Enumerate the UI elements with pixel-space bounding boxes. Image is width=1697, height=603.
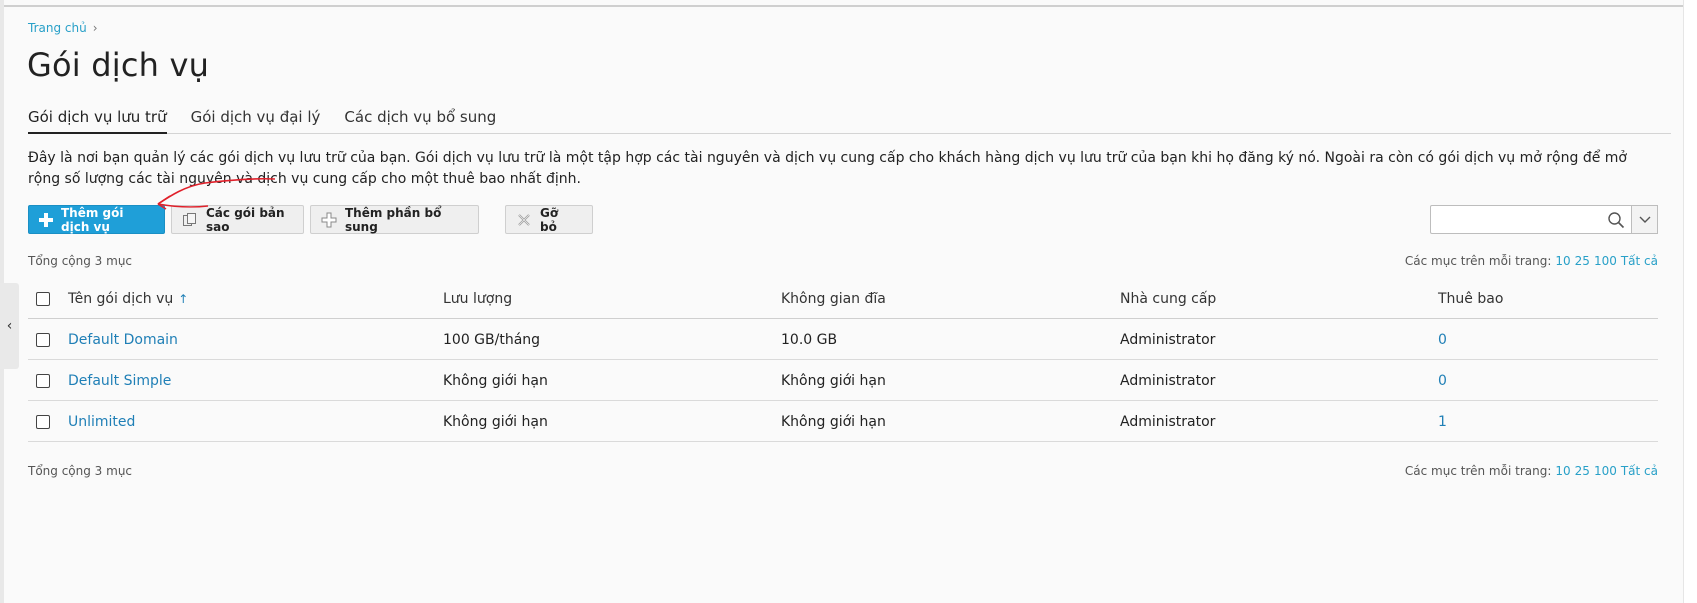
plan-name-link[interactable]: Default Simple <box>68 360 171 401</box>
search-options-toggle[interactable] <box>1632 205 1658 234</box>
column-header-disk[interactable]: Không gian đĩa <box>781 278 886 319</box>
chevron-down-icon <box>1638 210 1652 229</box>
sort-ascending-icon: ↑ <box>178 291 189 306</box>
per-page-option-100[interactable]: 100 <box>1594 254 1617 268</box>
row-checkbox[interactable] <box>36 414 50 429</box>
row-checkbox[interactable] <box>36 332 50 347</box>
add-addon-label: Thêm phần bổ sung <box>345 205 442 234</box>
plans-table: Tên gói dịch vụ ↑ Lưu lượng Không gian đ… <box>28 278 1658 442</box>
add-addon-button[interactable]: Thêm phần bổ sung <box>310 205 479 234</box>
column-header-provider[interactable]: Nhà cung cấp <box>1120 278 1216 319</box>
disk-value: Không giới hạn <box>781 413 886 430</box>
page-title: Gói dịch vụ <box>27 46 210 84</box>
per-page-selector-top: Các mục trên mỗi trang: 10 25 100 Tất cả <box>1405 254 1658 268</box>
disk-value: Không giới hạn <box>781 372 886 389</box>
add-plan-label: Thêm gói dịch vụ <box>61 205 124 234</box>
row-checkbox[interactable] <box>36 373 50 388</box>
sidebar-collapse-handle[interactable]: ‹ <box>0 283 19 369</box>
per-page-option-10[interactable]: 10 <box>1555 464 1570 478</box>
search-icon[interactable] <box>1607 211 1625 229</box>
chevron-left-icon: ‹ <box>6 318 13 334</box>
subscriptions-link[interactable]: 0 <box>1438 360 1447 401</box>
select-all-checkbox[interactable] <box>36 291 50 306</box>
search-input[interactable] <box>1431 206 1601 233</box>
tab-hosting-plans[interactable]: Gói dịch vụ lưu trữ <box>28 106 167 134</box>
add-plan-button[interactable]: Thêm gói dịch vụ <box>28 205 165 234</box>
table-header: Tên gói dịch vụ ↑ Lưu lượng Không gian đ… <box>28 278 1658 319</box>
total-count-bottom: Tổng cộng 3 mục <box>28 464 133 478</box>
tab-reseller-plans[interactable]: Gói dịch vụ đại lý <box>191 106 321 134</box>
breadcrumb-home-link[interactable]: Trang chủ <box>28 21 87 35</box>
per-page-option-25[interactable]: 25 <box>1575 254 1590 268</box>
per-page-option-all[interactable]: Tất cả <box>1621 254 1658 268</box>
page-description: Đây là nơi bạn quản lý các gói dịch vụ l… <box>28 150 1627 187</box>
provider-value: Administrator <box>1120 372 1216 389</box>
plan-name-link[interactable]: Unlimited <box>68 401 135 442</box>
per-page-option-all[interactable]: Tất cả <box>1621 464 1658 478</box>
search-field <box>1430 205 1632 234</box>
remove-label: Gỡ bỏ <box>540 205 559 234</box>
breadcrumb-separator: › <box>92 21 98 35</box>
x-icon <box>516 212 532 228</box>
select-all-cell <box>36 278 50 319</box>
copy-icon <box>182 212 198 228</box>
traffic-value: Không giới hạn <box>443 413 548 430</box>
table-row: Default Domain 100 GB/tháng 10.0 GB Admi… <box>28 319 1658 360</box>
traffic-value: Không giới hạn <box>443 372 548 389</box>
per-page-option-10[interactable]: 10 <box>1555 254 1570 268</box>
subscriptions-link[interactable]: 0 <box>1438 319 1447 360</box>
provider-value: Administrator <box>1120 331 1216 348</box>
total-count-top: Tổng cộng 3 mục <box>28 254 133 268</box>
per-page-option-100[interactable]: 100 <box>1594 464 1617 478</box>
scrollbar-track[interactable] <box>1683 0 1697 603</box>
column-header-traffic[interactable]: Lưu lượng <box>443 278 512 319</box>
table-row: Default Simple Không giới hạn Không giới… <box>28 360 1658 401</box>
plus-icon <box>39 212 53 228</box>
provider-value: Administrator <box>1120 413 1216 430</box>
column-header-name[interactable]: Tên gói dịch vụ ↑ <box>68 278 188 319</box>
copy-plans-button[interactable]: Các gói bản sao <box>171 205 304 234</box>
column-name-label: Tên gói dịch vụ <box>68 290 174 307</box>
remove-button[interactable]: Gỡ bỏ <box>505 205 593 234</box>
per-page-option-25[interactable]: 25 <box>1575 464 1590 478</box>
column-header-subscriptions[interactable]: Thuê bao <box>1438 278 1503 319</box>
toolbar: Thêm gói dịch vụ Các gói bản sao Thêm ph… <box>28 205 593 234</box>
per-page-label: Các mục trên mỗi trang: <box>1404 254 1552 268</box>
copy-plans-label: Các gói bản sao <box>206 205 285 234</box>
breadcrumb: Trang chủ › <box>28 21 98 35</box>
plan-name-link[interactable]: Default Domain <box>68 319 178 360</box>
disk-value: 10.0 GB <box>781 331 838 348</box>
row-check-cell <box>36 360 50 401</box>
subscriptions-link[interactable]: 1 <box>1438 401 1447 442</box>
row-check-cell <box>36 401 50 442</box>
per-page-selector-bottom: Các mục trên mỗi trang: 10 25 100 Tất cả <box>1405 464 1658 478</box>
row-check-cell <box>36 319 50 360</box>
tab-bar: Gói dịch vụ lưu trữ Gói dịch vụ đại lý C… <box>28 106 1671 134</box>
per-page-label: Các mục trên mỗi trang: <box>1404 464 1552 478</box>
plus-outline-icon <box>321 212 337 228</box>
traffic-value: 100 GB/tháng <box>443 331 541 348</box>
table-row: Unlimited Không giới hạn Không giới hạn … <box>28 401 1658 442</box>
tab-addons[interactable]: Các dịch vụ bổ sung <box>344 106 496 134</box>
top-divider <box>0 5 1683 7</box>
